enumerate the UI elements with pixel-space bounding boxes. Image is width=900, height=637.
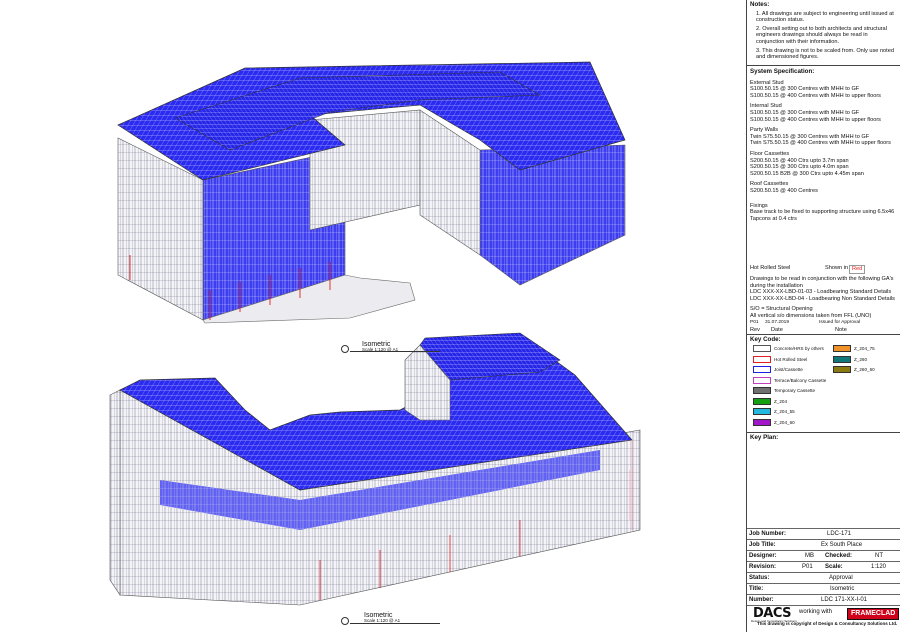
spec-line: S100.50.15 @ 300 Centres with MHH to GF — [750, 109, 860, 116]
caption-marker-top — [341, 345, 349, 353]
spec-line: Twin S75.50.15 @ 400 Centres with MHH to… — [750, 140, 891, 147]
key-swatch — [753, 376, 771, 384]
spec-group: External Stud S100.50.15 @ 300 Centres w… — [750, 80, 897, 100]
key-label: Concrete/HRS by others — [774, 346, 824, 351]
hot-rolled-section: Hot Rolled Steel Shown in Red — [747, 263, 900, 274]
conjunction-line: Drawings to be read in conjunction with … — [750, 276, 894, 289]
key-title-section: Key Code: — [747, 335, 900, 346]
spec-line: S100.50.15 @ 300 Centres with MHH to GF — [750, 86, 860, 93]
caption-top-scale: Scale 1:120 @ A1 — [362, 347, 399, 352]
key-plan-title: Key Plan: — [750, 434, 779, 441]
top-wall-right-front — [479, 144, 626, 286]
key-title: Key Code: — [750, 336, 781, 343]
spec-line: Twin S75.50.15 @ 300 Centres with MHH to… — [750, 133, 870, 140]
spec-line: S200.50.15 B2B @ 300 Ctrs upto 4.45m spa… — [750, 170, 864, 177]
spec-line: S100.50.15 @ 400 Centres with MHH to upp… — [750, 116, 881, 123]
spec-group: Party Walls Twin S75.50.15 @ 300 Centres… — [750, 127, 897, 147]
caption-bottom: Isometric Scale 1:120 @ A1 — [364, 612, 400, 623]
top-isometric-model — [117, 61, 626, 324]
key-swatch — [753, 418, 771, 426]
key-label: Z_204_55 — [774, 409, 795, 414]
spec-line: S200.50.15 @ 400 Centres — [750, 187, 818, 194]
caption-bottom-scale: Scale 1:120 @ A1 — [364, 618, 401, 623]
spec-group-name: Party Walls — [750, 127, 779, 134]
notes-section: Notes: 1. All drawings are subject to en… — [747, 0, 900, 65]
notes-title: Notes: — [750, 1, 770, 8]
spec-group: Fixings Base track to be fixed to suppor… — [750, 203, 897, 223]
conjunction-section: Drawings to be read in conjunction with … — [747, 274, 900, 322]
revision-header-rev: Rev — [750, 327, 760, 333]
tb-row-logos: DACS Design and Consultancy Solutions wo… — [747, 605, 900, 633]
drawing-sheet: Isometric Scale 1:120 @ A1 Isometric Sca… — [0, 0, 900, 632]
conjunction-line: S/O = Structural Opening — [750, 306, 813, 313]
key-swatch — [833, 355, 851, 363]
spec-group-name: Roof Cassettes — [750, 181, 789, 188]
spec-group: Internal Stud S100.50.15 @ 300 Centres w… — [750, 103, 897, 123]
drawing-area: Isometric Scale 1:120 @ A1 Isometric Sca… — [0, 0, 745, 632]
spec-group-name: Fixings — [750, 202, 768, 209]
spec-line: Base track to be fixed to supporting str… — [750, 209, 895, 222]
key-swatch — [753, 355, 771, 363]
spec-line: S200.50.15 @ 400 Ctrs upto 3.7m span — [750, 157, 849, 164]
spec-title: System Specification: — [750, 68, 815, 75]
top-wall-middle — [309, 109, 421, 231]
spec-section: System Specification: External Stud S100… — [747, 67, 900, 224]
key-label: Z_260 — [854, 356, 868, 362]
key-label: Z_204 — [774, 398, 788, 404]
key-swatch — [753, 345, 771, 352]
hot-rolled-label: Hot Rolled Steel — [750, 265, 791, 271]
key-label: Joist/Cassette — [774, 367, 803, 372]
conjunction-line: LDC XXX-XX-LBD-04 - Loadbearing Non Stan… — [750, 295, 895, 302]
caption-line-bottom — [350, 623, 440, 624]
caption-top: Isometric Scale 1:120 @ A1 — [362, 341, 398, 352]
note-item: 3. This drawing is not to be scaled from… — [756, 47, 894, 61]
spec-group: Roof Cassettes S200.50.15 @ 400 Centres — [750, 181, 897, 194]
revision-header-date: Date — [771, 327, 783, 333]
key-swatch — [753, 387, 771, 394]
spec-group-name: Internal Stud — [750, 103, 782, 110]
isometric-drawings — [109, 61, 641, 606]
key-label: Z_204_75 — [854, 346, 875, 351]
caption-marker-bottom — [341, 617, 349, 625]
key-label: Temporary Cassette — [774, 388, 816, 393]
side-panel: Notes: 1. All drawings are subject to en… — [746, 0, 900, 632]
key-swatch — [833, 345, 851, 352]
bottom-wall-left — [109, 389, 121, 596]
conjunction-line: LDC XXX-XX-LBD-01-03 - Loadbearing Stand… — [750, 289, 892, 296]
spec-group-name: Floor Cassettes — [750, 150, 790, 157]
working-with-text: working with — [799, 609, 833, 615]
divider — [747, 65, 900, 66]
spec-group: Floor Cassettes S200.50.15 @ 400 Ctrs up… — [750, 151, 897, 177]
copyright-text: This drawing is copyright of Design & Co… — [757, 621, 898, 626]
frameclad-logo: FRAMECLAD — [847, 608, 900, 620]
hot-rolled-color-word: Red — [849, 265, 866, 274]
spec-line: S100.50.15 @ 400 Centres with MHH to upp… — [750, 92, 881, 99]
key-label: Terrace/Balcony Cassette — [774, 377, 827, 383]
spec-line: S200.50.15 @ 300 Ctrs upto 4.0m span — [750, 164, 849, 171]
note-item: 1. All drawings are subject to engineeri… — [756, 10, 894, 24]
key-label: Z_204_60 — [774, 419, 795, 425]
key-swatch — [753, 397, 771, 405]
key-label: Z_260_60 — [854, 367, 875, 372]
bottom-isometric-model — [109, 332, 641, 606]
key-swatch — [833, 366, 851, 373]
spec-group-name: External Stud — [750, 79, 784, 86]
key-swatch — [753, 366, 771, 373]
shown-in-label: Shown in — [825, 265, 849, 271]
note-item: 2. Overall setting out to both architect… — [756, 25, 887, 45]
key-label: Hot Rolled Steel — [774, 356, 808, 362]
key-swatch — [753, 408, 771, 415]
key-plan-section: Key Plan: — [747, 433, 900, 444]
revision-header-note: Note — [835, 327, 847, 333]
